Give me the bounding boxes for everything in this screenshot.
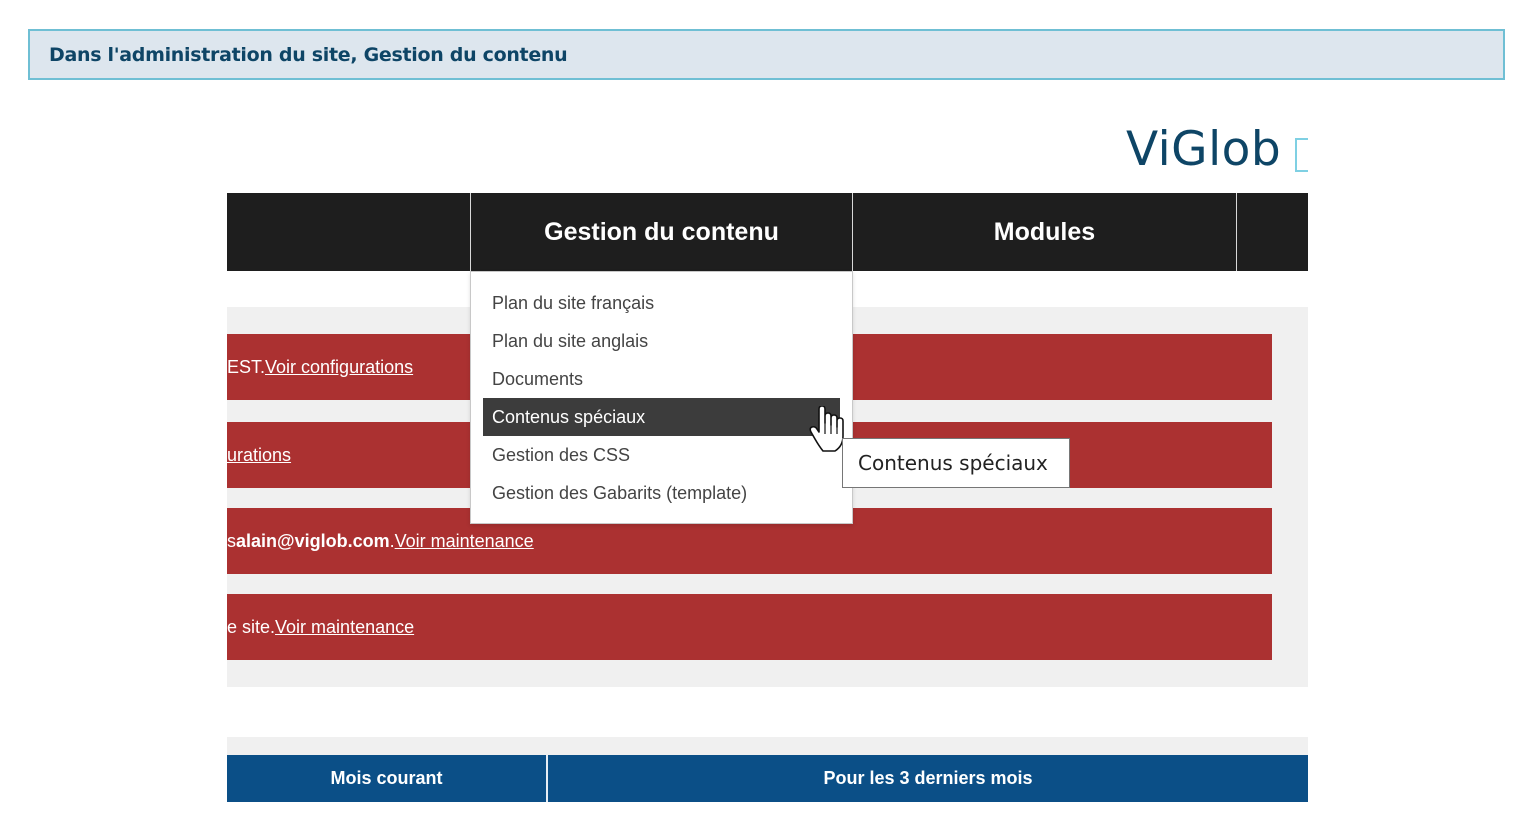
page-title: Dans l'administration du site, Gestion d…: [28, 29, 1505, 80]
menu-item-gestion-gabarits[interactable]: Gestion des Gabarits (template): [483, 474, 840, 512]
menu-item-plan-en[interactable]: Plan du site anglais: [483, 322, 840, 360]
menu-item-contenus-speciaux[interactable]: Contenus spéciaux: [483, 398, 840, 436]
voir-configurations-link[interactable]: Voir configurations: [265, 357, 413, 378]
stats-spacer: [227, 737, 1308, 755]
alert-maintenance-site: e site. Voir maintenance: [227, 594, 1272, 660]
tooltip: Contenus spéciaux: [842, 438, 1070, 488]
column-header-3-derniers-mois: Pour les 3 derniers mois: [823, 768, 1033, 788]
menu-item-documents[interactable]: Documents: [483, 360, 840, 398]
menu-modules[interactable]: Modules: [853, 193, 1237, 271]
alert-text: s: [227, 530, 236, 551]
gestion-dropdown-menu: Plan du site français Plan du site angla…: [470, 271, 853, 524]
menu-item-plan-fr[interactable]: Plan du site français: [483, 284, 840, 322]
alert-text: EST.: [227, 356, 266, 377]
admin-screenshot: ViGlob Gestion du contenu Modules EST. V…: [227, 100, 1308, 802]
voir-maintenance-link[interactable]: Voir maintenance: [395, 531, 534, 552]
column-header-mois-courant: Mois courant: [227, 755, 548, 802]
stats-table-header: Mois courant Pour les 3 derniers mois: [227, 755, 1308, 802]
logo-mark-icon: [1295, 138, 1308, 172]
viglob-logo[interactable]: ViGlob: [1126, 126, 1281, 173]
voir-maintenance-link[interactable]: Voir maintenance: [275, 617, 414, 638]
main-menu-bar: Gestion du contenu Modules: [227, 193, 1308, 271]
alert-text: e site.: [227, 616, 276, 637]
menu-item-gestion-css[interactable]: Gestion des CSS: [483, 436, 840, 474]
menu-gestion-du-contenu[interactable]: Gestion du contenu: [470, 193, 853, 271]
configurations-link[interactable]: urations: [227, 445, 291, 466]
alert-email: alain@viglob.com: [236, 530, 390, 551]
